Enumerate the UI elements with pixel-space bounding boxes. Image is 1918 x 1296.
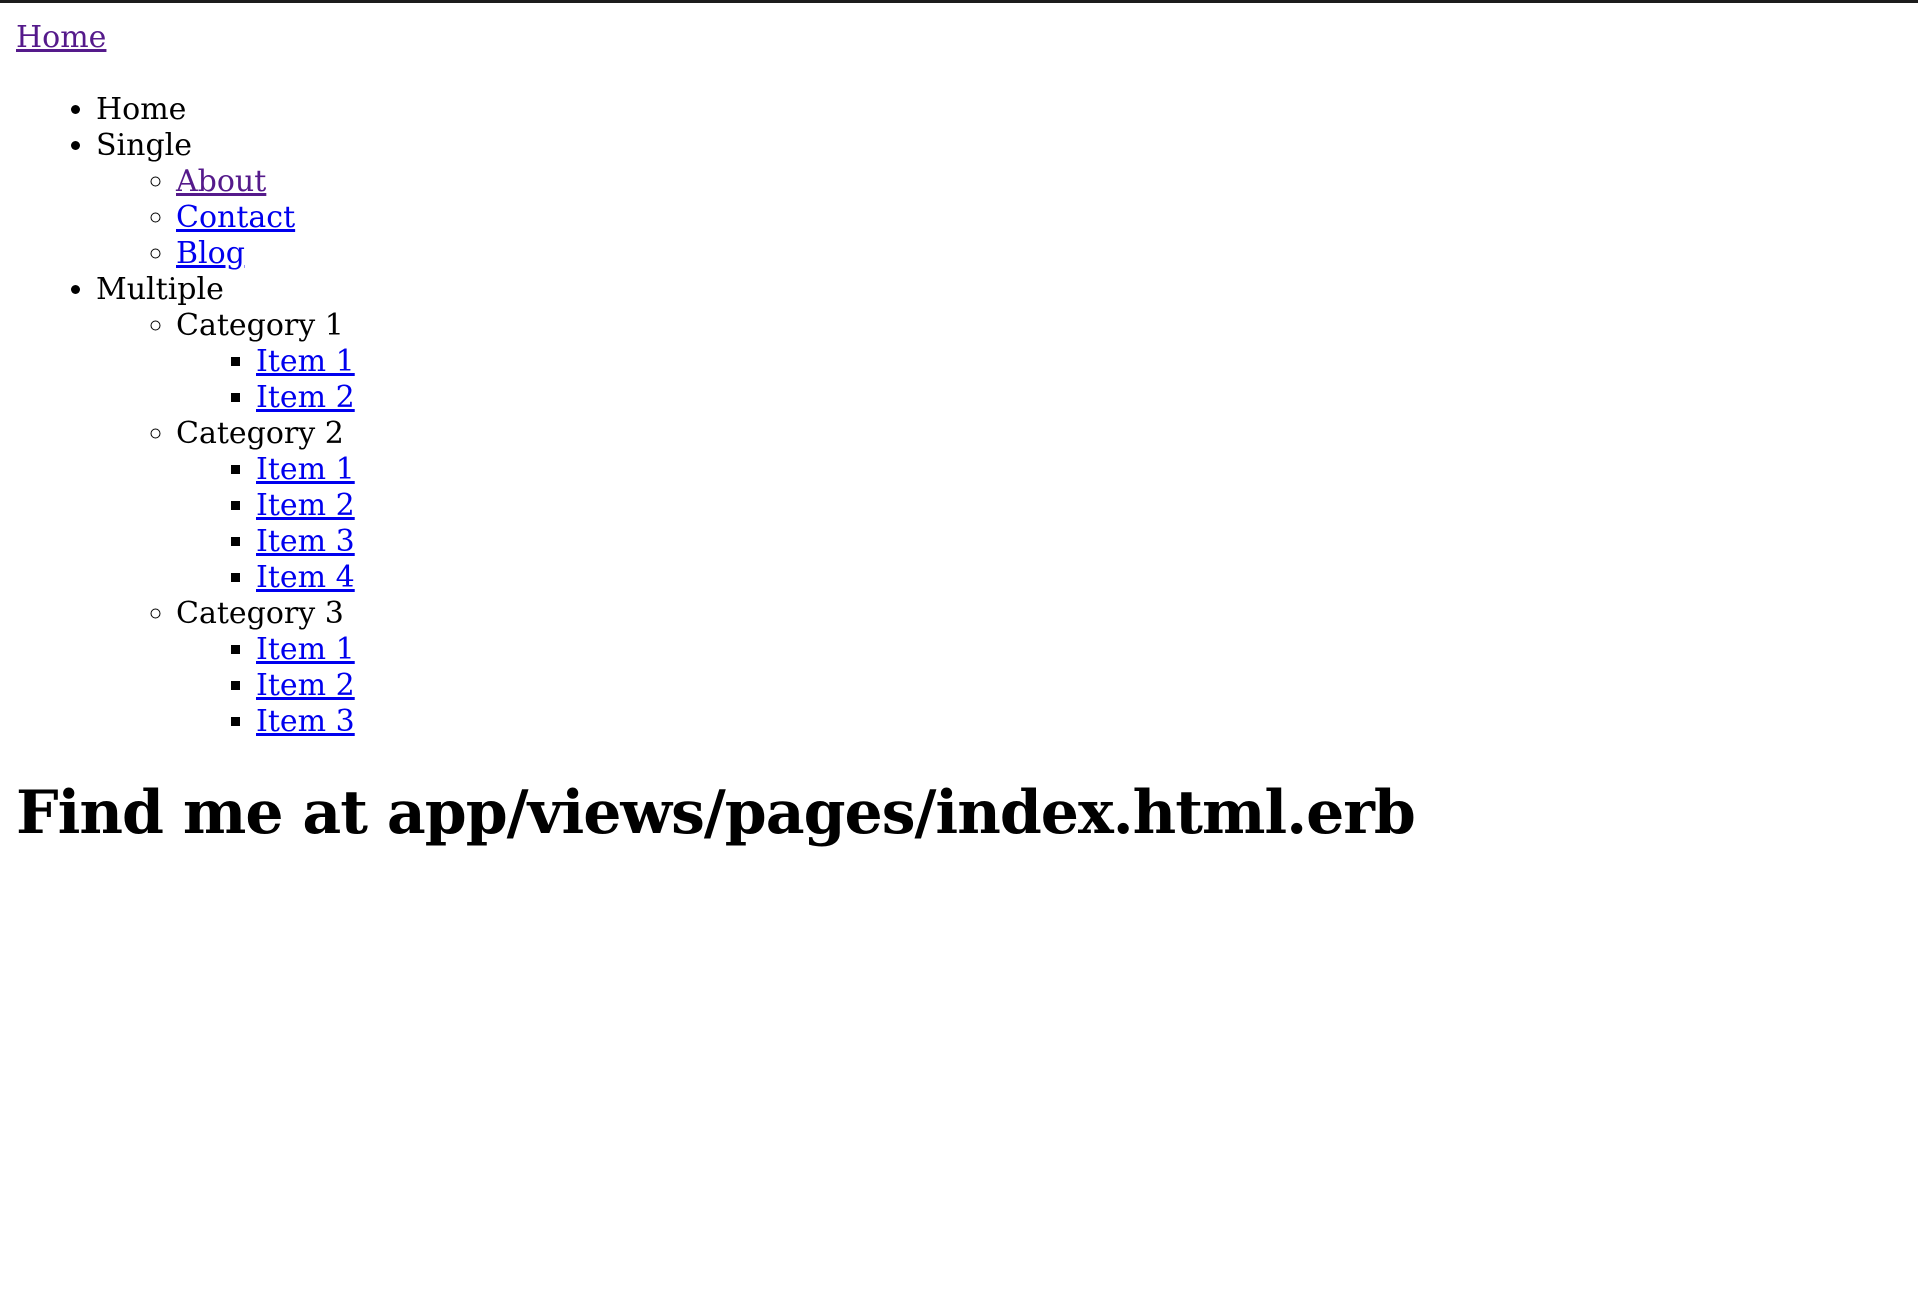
category-2-item-1-link[interactable]: Item 1 [256, 452, 355, 487]
page-body: Home Home Single About Contact Blog Mult… [0, 3, 1918, 848]
multiple-submenu: Category 1 Item 1 Item 2 Category 2 [96, 308, 1902, 740]
category-2-item-3-link[interactable]: Item 3 [256, 524, 355, 559]
single-submenu: About Contact Blog [96, 164, 1902, 272]
category-label: Category 2 [176, 416, 344, 451]
category-2-items: Item 1 Item 2 Item 3 Item 4 [176, 452, 1902, 596]
page-heading: Find me at app/views/pages/index.html.er… [16, 778, 1416, 848]
nav-item-single-label: Single [96, 128, 193, 163]
list-item: Item 3 [256, 524, 1902, 560]
category-2-item-4-link[interactable]: Item 4 [256, 560, 355, 595]
home-link[interactable]: Home [16, 20, 106, 55]
about-link[interactable]: About [176, 164, 266, 199]
category-3-item-1-link[interactable]: Item 1 [256, 632, 355, 667]
nav-item-multiple: Multiple Category 1 Item 1 Item 2 Catego… [96, 272, 1902, 740]
nav-item-multiple-label: Multiple [96, 272, 224, 307]
list-item: Item 3 [256, 704, 1902, 740]
category-1-item-1-link[interactable]: Item 1 [256, 344, 355, 379]
category-3-items: Item 1 Item 2 Item 3 [176, 632, 1902, 740]
list-item: Item 1 [256, 452, 1902, 488]
category-3-item-2-link[interactable]: Item 2 [256, 668, 355, 703]
list-item: Item 2 [256, 380, 1902, 416]
nav-item-home-label: Home [96, 92, 187, 127]
header: Home [16, 20, 1902, 56]
list-item: Item 4 [256, 560, 1902, 596]
category-3: Category 3 Item 1 Item 2 Item 3 [176, 596, 1902, 740]
list-item: Item 1 [256, 344, 1902, 380]
contact-link[interactable]: Contact [176, 200, 295, 235]
list-item: Item 1 [256, 632, 1902, 668]
category-2: Category 2 Item 1 Item 2 Item 3 Item 4 [176, 416, 1902, 596]
list-item: Item 2 [256, 668, 1902, 704]
nav-item-single: Single About Contact Blog [96, 128, 1902, 272]
category-1-items: Item 1 Item 2 [176, 344, 1902, 416]
category-2-item-2-link[interactable]: Item 2 [256, 488, 355, 523]
list-item: Blog [176, 236, 1902, 272]
nav-item-home: Home [96, 92, 1902, 128]
category-1: Category 1 Item 1 Item 2 [176, 308, 1902, 416]
blog-link[interactable]: Blog [176, 236, 245, 271]
nav-menu: Home Single About Contact Blog Multiple … [16, 92, 1902, 740]
list-item: About [176, 164, 1902, 200]
category-1-item-2-link[interactable]: Item 2 [256, 380, 355, 415]
category-label: Category 3 [176, 596, 344, 631]
list-item: Contact [176, 200, 1902, 236]
category-label: Category 1 [176, 308, 344, 343]
list-item: Item 2 [256, 488, 1902, 524]
category-3-item-3-link[interactable]: Item 3 [256, 704, 355, 739]
